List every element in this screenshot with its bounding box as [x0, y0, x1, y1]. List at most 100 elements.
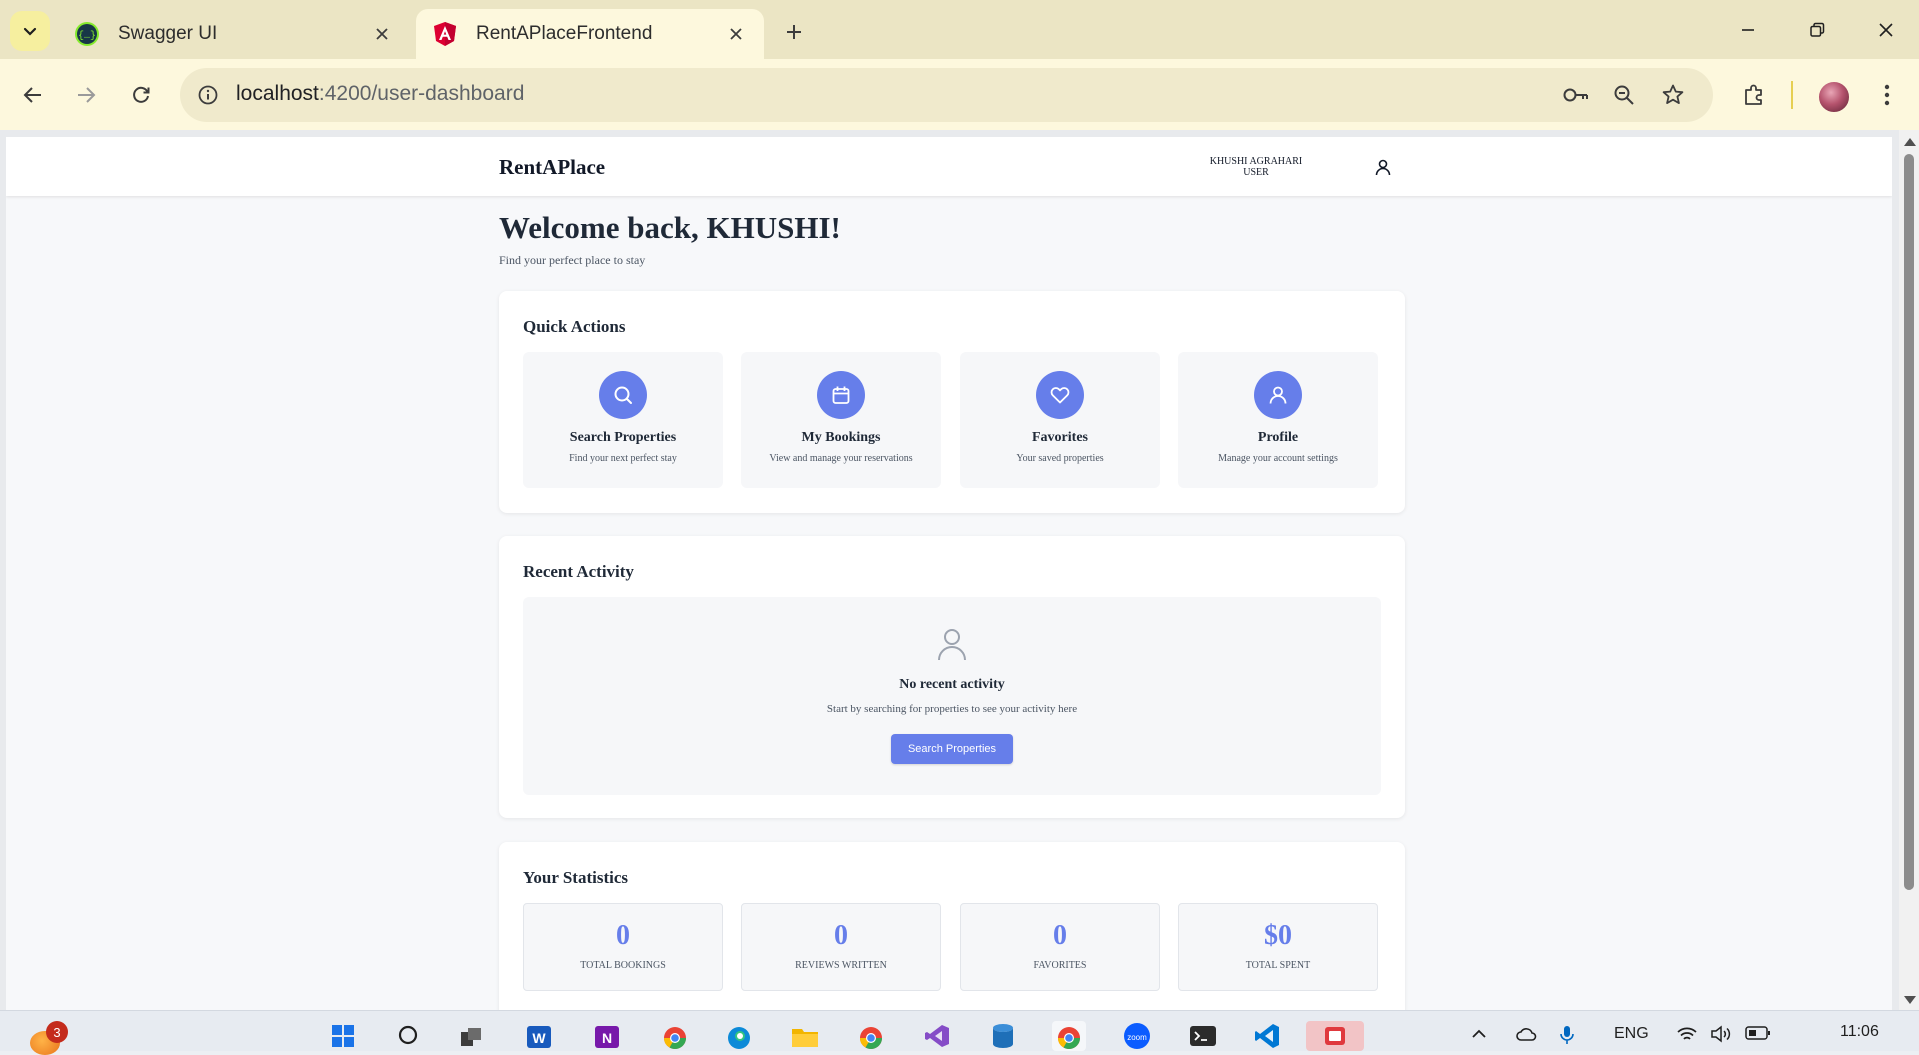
wifi-tray-icon[interactable] — [1676, 1025, 1698, 1048]
address-bar[interactable]: localhost:4200/user-dashboard — [180, 68, 1713, 122]
stat-value: 0 — [616, 920, 630, 951]
search-icon — [398, 1025, 418, 1045]
scroll-down-arrow-icon[interactable] — [1904, 996, 1916, 1004]
plus-icon — [787, 25, 801, 39]
task-view-button[interactable] — [454, 1021, 488, 1051]
bookmark-star-icon[interactable] — [1657, 79, 1689, 111]
back-button[interactable] — [14, 76, 52, 114]
taskbar-zoom[interactable]: zoom — [1120, 1021, 1154, 1051]
page-subtitle: Find your perfect place to stay — [499, 253, 646, 267]
quick-action-my-bookings[interactable]: My Bookings View and manage your reserva… — [741, 352, 941, 488]
close-tab-icon[interactable] — [724, 22, 748, 46]
site-info-icon[interactable] — [194, 81, 222, 109]
minimize-window-button[interactable] — [1728, 12, 1768, 48]
svg-text:W: W — [532, 1030, 546, 1046]
quick-action-desc: Manage your account settings — [1218, 453, 1338, 464]
new-tab-button[interactable] — [778, 16, 810, 48]
browser-menu-button[interactable] — [1868, 76, 1906, 114]
forward-button[interactable] — [67, 76, 105, 114]
onenote-app-icon: N — [595, 1026, 619, 1048]
start-menu-button[interactable] — [326, 1021, 360, 1051]
taskbar-terminal[interactable] — [1186, 1021, 1220, 1051]
heart-icon — [1036, 371, 1084, 419]
svg-text:zoom: zoom — [1127, 1033, 1147, 1042]
taskbar-file-explorer[interactable] — [788, 1021, 822, 1051]
stat-total-spent: $0 TOTAL SPENT — [1178, 903, 1378, 991]
scrollbar-thumb[interactable] — [1904, 154, 1914, 890]
quick-action-favorites[interactable]: Favorites Your saved properties — [960, 352, 1160, 488]
url-path: :4200/user-dashboard — [318, 82, 525, 105]
stat-label: REVIEWS WRITTEN — [795, 960, 887, 971]
chrome-app-icon — [860, 1027, 882, 1049]
page-viewport: RentAPlace KHUSHI AGRAHARI USER Welcome … — [0, 130, 1919, 1010]
taskbar-visual-studio[interactable] — [920, 1021, 954, 1051]
taskbar-chrome-profile-1[interactable] — [658, 1021, 692, 1051]
extensions-button[interactable] — [1735, 76, 1773, 114]
restore-window-button[interactable] — [1797, 12, 1837, 48]
browser-profile-avatar[interactable] — [1817, 80, 1851, 114]
user-info: KHUSHI AGRAHARI USER — [1196, 156, 1316, 178]
show-hidden-icons-button[interactable] — [1470, 1025, 1488, 1048]
arrow-left-icon — [23, 87, 41, 103]
stat-label: FAVORITES — [1033, 960, 1087, 971]
task-view-icon — [461, 1028, 481, 1046]
word-app-icon: W — [527, 1026, 551, 1048]
search-icon — [599, 371, 647, 419]
taskbar-clock[interactable]: 11:06 — [1840, 1023, 1879, 1041]
restore-icon — [1810, 22, 1825, 37]
tab-title: RentAPlaceFrontend — [476, 23, 653, 44]
close-tab-icon[interactable] — [370, 22, 394, 46]
tab-search-button[interactable] — [10, 11, 50, 51]
close-window-button[interactable] — [1866, 12, 1906, 48]
windows-taskbar: 3 W N zoom ENG 11:06 — [0, 1010, 1919, 1055]
stat-value: 0 — [834, 920, 848, 951]
taskbar-edge[interactable] — [722, 1021, 756, 1051]
windows-logo-icon — [332, 1025, 354, 1047]
taskbar-snipping-tool[interactable] — [1306, 1021, 1364, 1051]
scroll-up-arrow-icon[interactable] — [1904, 138, 1916, 146]
battery-tray-icon[interactable] — [1745, 1025, 1771, 1046]
brand-logo[interactable]: RentAPlace — [499, 155, 605, 180]
close-icon — [1879, 23, 1893, 37]
input-language-indicator[interactable]: ENG — [1614, 1025, 1649, 1043]
user-menu-button[interactable] — [1371, 155, 1395, 179]
stat-label: TOTAL SPENT — [1245, 960, 1311, 971]
empty-state-subtitle: Start by searching for properties to see… — [826, 703, 1078, 715]
zoom-icon[interactable] — [1608, 79, 1640, 111]
stat-value: $0 — [1264, 920, 1292, 951]
tab-rentaplace-frontend[interactable]: RentAPlaceFrontend — [416, 9, 764, 59]
url-text: localhost:4200/user-dashboard — [236, 82, 524, 106]
microphone-tray-icon[interactable] — [1558, 1025, 1580, 1050]
onedrive-tray-icon[interactable] — [1515, 1025, 1539, 1048]
vscode-app-icon — [1255, 1024, 1279, 1048]
reload-button[interactable] — [122, 76, 160, 114]
taskbar-onenote[interactable]: N — [590, 1021, 624, 1051]
search-properties-button[interactable]: Search Properties — [891, 734, 1013, 764]
taskbar-vscode[interactable] — [1250, 1021, 1284, 1051]
taskbar-search-button[interactable] — [392, 1021, 426, 1051]
taskbar-word[interactable]: W — [522, 1021, 556, 1051]
quick-action-label: Search Properties — [569, 430, 677, 445]
browser-tab-bar: {…} Swagger UI RentAPlaceFrontend — [0, 0, 1919, 59]
taskbar-sql-server[interactable] — [986, 1021, 1020, 1051]
taskbar-chrome-profile-2[interactable] — [854, 1021, 888, 1051]
visual-studio-app-icon — [925, 1025, 949, 1047]
user-icon — [1254, 371, 1302, 419]
user-dashboard-page: RentAPlace KHUSHI AGRAHARI USER Welcome … — [6, 137, 1892, 1010]
password-key-icon[interactable] — [1560, 79, 1592, 111]
stat-total-bookings: 0 TOTAL BOOKINGS — [523, 903, 723, 991]
volume-tray-icon[interactable] — [1710, 1025, 1732, 1048]
page-scrollbar[interactable] — [1899, 130, 1919, 1010]
calendar-icon — [817, 371, 865, 419]
empty-state: No recent activity Start by searching fo… — [523, 597, 1381, 795]
reload-icon — [133, 86, 150, 103]
tab-title: Swagger UI — [118, 23, 218, 44]
recent-activity-card: Recent Activity No recent activity Start… — [499, 536, 1405, 818]
statistics-card: Your Statistics 0 TOTAL BOOKINGS 0 REVIE… — [499, 842, 1405, 1010]
taskbar-chrome-active[interactable] — [1052, 1021, 1086, 1051]
quick-action-desc: Your saved properties — [1016, 453, 1104, 464]
quick-action-search-properties[interactable]: Search Properties Find your next perfect… — [523, 352, 723, 488]
angular-favicon-icon — [434, 22, 456, 46]
tab-swagger-ui[interactable]: {…} Swagger UI — [58, 9, 410, 59]
quick-action-profile[interactable]: Profile Manage your account settings — [1178, 352, 1378, 488]
